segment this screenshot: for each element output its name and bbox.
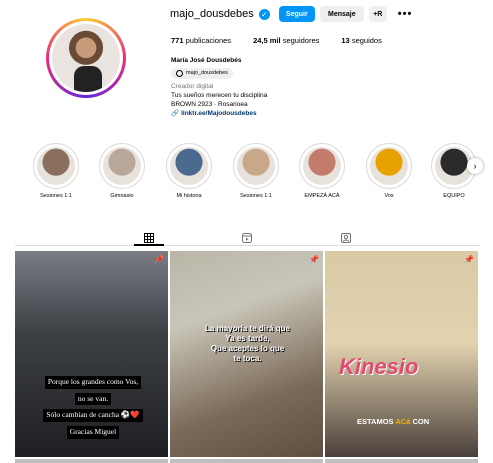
- following-label: seguidos: [351, 36, 382, 45]
- highlight-ring: [233, 143, 279, 189]
- highlight-label: Sesiones 1:1: [240, 193, 272, 199]
- threads-icon: [176, 70, 183, 77]
- suggest-accounts-button[interactable]: +R: [368, 6, 387, 22]
- highlight-label: EQUIPO: [443, 193, 465, 199]
- caption-line: Que aceptes lo que: [210, 344, 285, 353]
- bio-line-2: BROWN 2923 · Rosarioea: [171, 101, 248, 108]
- posts-count: 771: [171, 36, 184, 45]
- highlights-next-arrow-icon[interactable]: ›: [467, 158, 483, 174]
- pinned-icon: 📌: [154, 255, 164, 264]
- posts-stat: 771 publicaciones: [171, 36, 231, 45]
- highlight-cover: [237, 147, 275, 185]
- caption-line: Ya es tarde,: [225, 334, 270, 343]
- post-caption: La mayoría te dirá que Ya es tarde, Que …: [180, 324, 315, 364]
- grid-icon: [144, 233, 154, 243]
- highlight-label: EMPEZÁ ACÁ: [304, 193, 340, 199]
- highlight-ring: [166, 143, 212, 189]
- caption-line: Sólo cambian de cancha ⚽❤️: [43, 409, 143, 422]
- caption-word: ACá: [395, 417, 411, 426]
- message-button[interactable]: Mensaje: [319, 6, 364, 22]
- profile-stats: 771 publicaciones 24,5 mil seguidores 13…: [171, 36, 382, 45]
- posts-label: publicaciones: [185, 36, 232, 45]
- username-row: majo_dousdebes ✓ Seguir Mensaje +R •••: [170, 6, 412, 22]
- post-tile[interactable]: 📌 Porque los grandes como Vos, no se van…: [15, 251, 168, 457]
- followers-stat[interactable]: 24,5 mil seguidores: [253, 36, 319, 45]
- post-caption: Porque los grandes como Vos, no se van. …: [33, 374, 153, 441]
- pinned-icon: 📌: [309, 255, 319, 264]
- followers-count: 24,5 mil: [253, 36, 281, 45]
- link-icon: 🔗: [171, 110, 180, 117]
- threads-chip[interactable]: majo_dousdebes: [171, 68, 233, 79]
- following-count: 13: [341, 36, 350, 45]
- tagged-icon: [341, 233, 351, 243]
- followers-label: seguidores: [282, 36, 320, 45]
- story-highlights: EQUIPO Vos EMPEZÁ ACÁ Sesiones 1:1 Mi histor…: [33, 143, 493, 203]
- highlight-item[interactable]: Mi historia: [166, 143, 212, 199]
- tab-tagged[interactable]: [340, 232, 352, 244]
- reels-icon: [242, 233, 252, 243]
- highlight-cover: [103, 147, 141, 185]
- pinned-icon: 📌: [464, 255, 474, 264]
- following-stat[interactable]: 13 seguidos: [341, 36, 381, 45]
- active-tab-indicator: [134, 244, 164, 246]
- bio-link[interactable]: 🔗 linktr.ee/Majodousdebes: [171, 109, 267, 118]
- category-label: Creador digital: [171, 83, 214, 90]
- posts-grid: 📌 Porque los grandes como Vos, no se van…: [15, 251, 479, 463]
- caption-line: no se van.: [74, 392, 112, 406]
- highlight-ring: [366, 143, 412, 189]
- highlight-label: Mi historia: [176, 193, 202, 199]
- highlight-item[interactable]: Vos: [366, 143, 412, 199]
- caption-word: ESTAMOS: [357, 417, 394, 426]
- profile-bio: María José Dousdebés majo_dousdebes Crea…: [171, 56, 267, 118]
- caption-line: Porque los grandes como Vos,: [44, 376, 142, 389]
- verified-badge-icon: ✓: [258, 8, 270, 20]
- highlight-item[interactable]: Sesiones 1:1: [233, 143, 279, 199]
- highlight-cover: [303, 147, 341, 185]
- post-tile-next[interactable]: [325, 459, 478, 463]
- profile-avatar[interactable]: [46, 18, 126, 98]
- highlight-cover: [370, 147, 408, 185]
- post-tile[interactable]: 📌 La mayoría te dirá que Ya es tarde, Qu…: [170, 251, 323, 457]
- post-tile-next[interactable]: [170, 459, 323, 463]
- post-title: Kinesio: [339, 354, 419, 379]
- caption-line: La mayoría te dirá que: [205, 324, 290, 333]
- highlight-label: Sesiones 1:1: [40, 193, 72, 199]
- highlight-cover: [37, 147, 75, 185]
- threads-handle: majo_dousdebes: [186, 70, 228, 76]
- avatar-border: [49, 21, 123, 95]
- caption-line: te toca.: [233, 354, 262, 363]
- highlight-label: Gimnasio: [110, 193, 134, 199]
- tab-posts[interactable]: [143, 232, 155, 244]
- post-tile-next[interactable]: [15, 459, 168, 463]
- highlight-ring: [33, 143, 79, 189]
- highlight-item[interactable]: Sesiones 1:1: [33, 143, 79, 199]
- post-caption: ESTAMOS ACá CON: [357, 417, 429, 426]
- full-name: María José Dousdebés: [171, 57, 242, 64]
- highlight-label: Vos: [384, 193, 394, 199]
- highlight-ring: [99, 143, 145, 189]
- follow-button[interactable]: Seguir: [278, 6, 315, 22]
- caption-word: CON: [412, 417, 430, 426]
- bio-line-1: Tus sueños merecen tu disciplina: [171, 92, 268, 99]
- username: majo_dousdebes: [170, 8, 254, 20]
- more-options-icon[interactable]: •••: [398, 8, 413, 20]
- highlight-item[interactable]: EMPEZÁ ACÁ: [299, 143, 345, 199]
- highlight-item[interactable]: Gimnasio: [99, 143, 145, 199]
- post-tile[interactable]: 📌 Kinesio ESTAMOS ACá CON: [325, 251, 478, 457]
- tabs-divider: [15, 245, 480, 246]
- tab-reels[interactable]: [241, 232, 253, 244]
- bio-link-text: linktr.ee/Majodousdebes: [181, 110, 257, 117]
- highlight-ring: [299, 143, 345, 189]
- avatar-photo: [52, 24, 120, 92]
- caption-line: Gracias Miguel: [66, 425, 120, 439]
- highlight-cover: [170, 147, 208, 185]
